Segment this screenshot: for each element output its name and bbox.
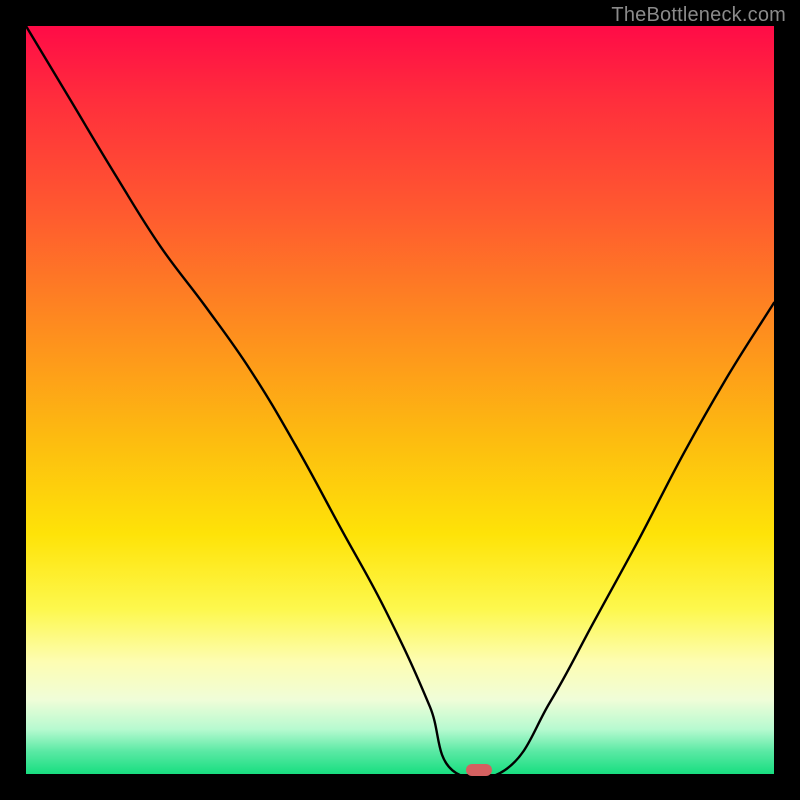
watermark-text: TheBottleneck.com (611, 4, 786, 27)
optimal-marker (466, 764, 492, 776)
bottleneck-curve (26, 26, 774, 774)
plot-area (26, 26, 774, 774)
chart-frame: TheBottleneck.com (0, 0, 800, 800)
